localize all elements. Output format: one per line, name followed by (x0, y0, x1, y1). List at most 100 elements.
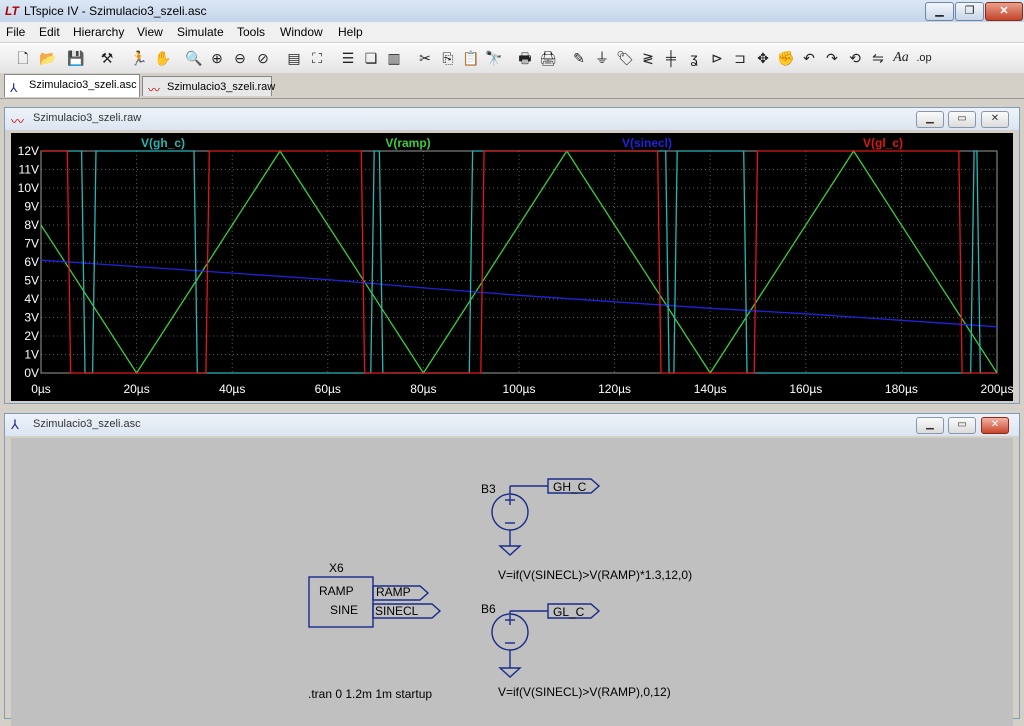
y-tick-label: 5V (24, 274, 39, 288)
b6-voltage-source[interactable] (491, 611, 529, 668)
restore-icon: ❐ (964, 5, 975, 17)
find-icon[interactable]: 🔭 (484, 48, 504, 68)
menu-help[interactable]: Help (338, 25, 363, 39)
b3-ground-icon (498, 545, 522, 556)
print-setup-icon[interactable]: 🖶 (515, 48, 535, 68)
save-icon[interactable]: 💾 (66, 48, 86, 68)
y-tick-label: 12V (18, 144, 39, 158)
schematic-drawing (308, 478, 601, 678)
tab-schematic[interactable]: ⅄ Szimulacio3_szeli.asc (4, 74, 140, 97)
tile-vertical-icon[interactable]: ▥ (384, 48, 404, 68)
waveform-minimize-button[interactable]: ▁ (916, 111, 944, 128)
waveform-icon: 〰 (148, 83, 161, 97)
menu-view[interactable]: View (137, 25, 163, 39)
capacitor-icon[interactable]: ╪ (661, 48, 681, 68)
mirror-icon[interactable]: ⇋ (868, 48, 888, 68)
x-tick-label: 60µs (315, 382, 341, 396)
control-panel-icon[interactable]: ⚒ (97, 48, 117, 68)
inductor-icon[interactable]: ʓ (684, 48, 704, 68)
zoom-fit-icon[interactable]: ⊘ (253, 48, 273, 68)
autorange-icon[interactable]: ▤ (284, 48, 304, 68)
y-tick-label: 6V (24, 255, 39, 269)
spice-directive-icon[interactable]: .op (914, 48, 934, 68)
label-net-icon[interactable]: 🏷 (615, 48, 635, 68)
schematic-minimize-button[interactable]: ▁ (916, 417, 944, 434)
menubar: File Edit Hierarchy View Simulate Tools … (0, 22, 1024, 42)
minimize-icon: ▁ (926, 113, 934, 124)
y-tick-label: 0V (24, 366, 39, 380)
copy-icon[interactable]: ⎘ (438, 48, 458, 68)
zoom-full-icon[interactable]: ⛶ (307, 48, 327, 68)
legend-gl_c: V(gl_c) (863, 136, 903, 150)
open-file-icon[interactable]: 📂 (38, 48, 58, 68)
print-icon[interactable]: 🖨 (538, 48, 558, 68)
schematic-close-button[interactable]: ✕ (981, 417, 1009, 434)
text-icon[interactable]: Aa (891, 48, 911, 68)
maximize-icon: ▭ (957, 419, 967, 430)
y-tick-label: 3V (24, 311, 39, 325)
tab-label: Szimulacio3_szeli.asc (29, 79, 137, 91)
b6-expression[interactable]: V=if(V(SINECL)>V(RAMP),0,12) (498, 685, 671, 699)
cascade-icon[interactable]: ❏ (361, 48, 381, 68)
tab-waveform[interactable]: 〰 Szimulacio3_szeli.raw (142, 76, 275, 97)
open-schematic-icon[interactable]: 🗋 (13, 48, 33, 68)
diode-icon[interactable]: ⊳ (707, 48, 727, 68)
minimize-button[interactable]: ▁ (925, 2, 954, 21)
waveform-maximize-button[interactable]: ▭ (948, 111, 976, 128)
b6-ref-label: B6 (481, 602, 496, 616)
gl-c-net-label: GL_C (553, 605, 585, 619)
paste-icon[interactable]: 📋 (461, 48, 481, 68)
schematic-icon: ⅄ (10, 81, 18, 95)
drag-icon[interactable]: ✊ (776, 48, 796, 68)
b3-expression[interactable]: V=if(V(SINECL)>V(RAMP)*1.3,12,0) (498, 568, 692, 582)
menu-window[interactable]: Window (280, 25, 323, 39)
schematic-window-titlebar: ⅄ Szimulacio3_szeli.asc ▁ ▭ ✕ (5, 414, 1019, 436)
x6-ref-label: X6 (329, 561, 344, 575)
cut-icon[interactable]: ✂ (415, 48, 435, 68)
waveform-close-button[interactable]: ✕ (981, 111, 1009, 128)
plot-background (11, 133, 1013, 401)
x-tick-label: 140µs (694, 382, 727, 396)
zoom-in-icon[interactable]: 🔍 (184, 48, 204, 68)
ground-icon[interactable]: ⏚ (592, 48, 612, 68)
waveform-plot[interactable]: 0V 1V 2V 3V 4V 5V 6V 7V 8V 9V 10V 11V 12V 0µs 20µs 40µ… (11, 133, 1013, 401)
toolbar: 🗋 📂 💾 ⚒ 🏃 ✋ 🔍 ⊕ ⊖ ⊘ ▤ ⛶ ☰ ❏ ▥ ✂ ⎘ 📋 🔭 🖶 … (0, 43, 1024, 74)
close-icon: ✕ (990, 113, 1000, 124)
gh-c-net-label: GH_C (553, 480, 587, 494)
tran-directive[interactable]: .tran 0 1.2m 1m startup (308, 687, 432, 701)
maximize-button[interactable]: ❐ (955, 2, 984, 21)
schematic-window-title: Szimulacio3_szeli.asc (33, 418, 141, 430)
y-tick-label: 1V (24, 348, 39, 362)
maximize-icon: ▭ (957, 113, 967, 124)
pan-icon[interactable]: ⊕ (207, 48, 227, 68)
move-icon[interactable]: ✥ (753, 48, 773, 68)
redo-icon[interactable]: ↷ (822, 48, 842, 68)
menu-hierarchy[interactable]: Hierarchy (73, 25, 124, 39)
tile-horizontal-icon[interactable]: ☰ (338, 48, 358, 68)
b3-voltage-source[interactable] (491, 486, 529, 546)
menu-simulate[interactable]: Simulate (177, 25, 224, 39)
schematic-maximize-button[interactable]: ▭ (948, 417, 976, 434)
undo-icon[interactable]: ↶ (799, 48, 819, 68)
close-icon: ✕ (990, 419, 1000, 430)
ltspice-logo-icon: LT (5, 4, 19, 18)
draw-wire-icon[interactable]: ✎ (569, 48, 589, 68)
x-tick-label: 160µs (789, 382, 822, 396)
x-tick-label: 200µs (981, 382, 1013, 396)
schematic-canvas[interactable]: B3 GH_C V=if(V(SINECL)>V(RAMP)*1.3,12,0)… (11, 438, 1013, 726)
x-tick-label: 180µs (885, 382, 918, 396)
menu-tools[interactable]: Tools (237, 25, 265, 39)
resistor-icon[interactable]: ≷ (638, 48, 658, 68)
menu-file[interactable]: File (6, 25, 25, 39)
run-icon[interactable]: 🏃 (129, 48, 149, 68)
rotate-icon[interactable]: ⟲ (845, 48, 865, 68)
y-tick-label: 4V (24, 292, 39, 306)
legend-sinecl: V(sinecl) (622, 136, 672, 150)
close-button[interactable]: ✕ (985, 2, 1023, 21)
zoom-out-icon[interactable]: ⊖ (230, 48, 250, 68)
halt-icon[interactable]: ✋ (153, 48, 173, 68)
component-icon[interactable]: ⊐ (730, 48, 750, 68)
menu-edit[interactable]: Edit (39, 25, 60, 39)
b6-ground-icon (498, 667, 522, 678)
y-tick-label: 11V (19, 163, 39, 177)
